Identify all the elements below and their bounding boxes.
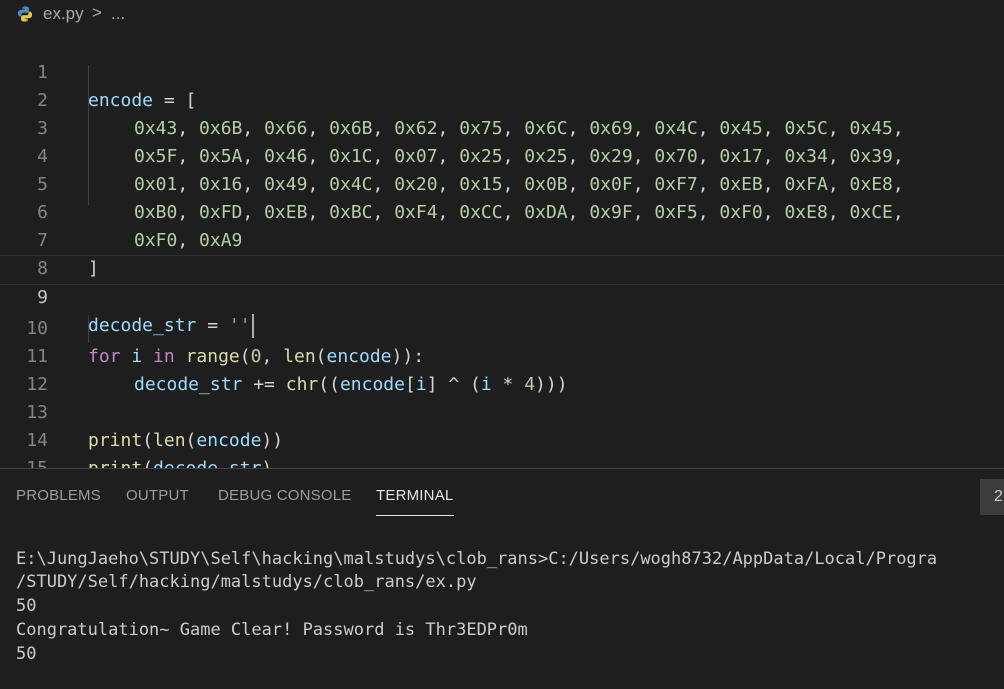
code-line: 7 ] <box>0 199 1004 279</box>
tab-problems[interactable]: PROBLEMS <box>16 487 101 504</box>
panel-tabs: PROBLEMS OUTPUT DEBUG CONSOLE TERMINAL 2 <box>0 469 1004 525</box>
code-line: 12 <box>0 343 1004 395</box>
code-line: 3 0x5F, 0x5A, 0x46, 0x1C, 0x07, 0x25, 0x… <box>0 87 1004 167</box>
terminal-line: /STUDY/Self/hacking/malstudys/clob_rans/… <box>16 572 477 592</box>
code-line: 6 0xF0, 0xA9 <box>0 171 1004 251</box>
terminal-line: 50 <box>16 596 37 616</box>
python-file-icon <box>18 6 32 22</box>
breadcrumb-more[interactable]: ... <box>111 4 125 24</box>
code-line: 5 0xB0, 0xFD, 0xEB, 0xBC, 0xF4, 0xCC, 0x… <box>0 143 1004 223</box>
terminal-line: E:\JungJaeho\STUDY\Self\hacking\malstudy… <box>16 549 938 569</box>
code-line: 4 0x01, 0x16, 0x49, 0x4C, 0x20, 0x15, 0x… <box>0 115 1004 195</box>
code-line: 8 <box>0 227 1004 279</box>
current-code-line: 9 decode_str = '' <box>0 255 1004 338</box>
code-line: 15 <box>0 427 1004 479</box>
code-line: 2 0x43, 0x6B, 0x66, 0x6B, 0x62, 0x75, 0x… <box>0 59 1004 139</box>
breadcrumb: ex.py > ... <box>0 0 1004 30</box>
bottom-panel: PROBLEMS OUTPUT DEBUG CONSOLE TERMINAL 2… <box>0 468 1004 689</box>
chevron-right-icon: > <box>92 3 102 22</box>
breadcrumb-file[interactable]: ex.py <box>43 4 84 24</box>
terminal-line: 50 <box>16 644 37 664</box>
terminal-line: Congratulation~ Game Clear! Password is … <box>16 620 528 640</box>
code-line: 1 encode = [ <box>0 31 1004 111</box>
tab-debug-console[interactable]: DEBUG CONSOLE <box>218 487 351 504</box>
tab-terminal[interactable]: TERMINAL <box>376 487 453 504</box>
code-editor[interactable]: 1 encode = [ 2 0x43, 0x6B, 0x66, 0x6B, 0… <box>0 30 1004 479</box>
code-line: 14 print(decode_str) <box>0 399 1004 479</box>
code-line: 13 print(len(encode)) <box>0 371 1004 451</box>
active-tab-indicator <box>376 515 454 516</box>
code-line: 11 decode_str += chr((encode[i] ^ (i * 4… <box>0 315 1004 395</box>
terminal-instance-badge[interactable]: 2 <box>980 479 1004 515</box>
tab-output[interactable]: OUTPUT <box>126 487 189 504</box>
code-line: 10 for i in range(0, len(encode)): <box>0 287 1004 367</box>
